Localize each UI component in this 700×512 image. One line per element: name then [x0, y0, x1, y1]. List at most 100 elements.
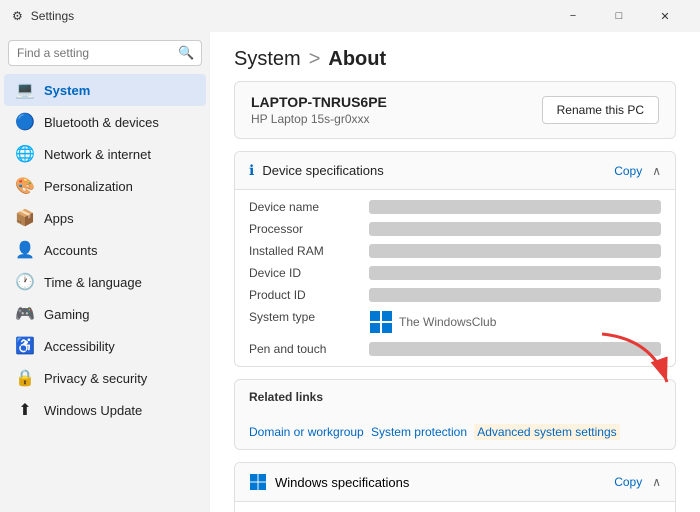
breadcrumb-separator: >: [309, 48, 321, 71]
spec-label-2: Installed RAM: [249, 244, 369, 258]
spec-value-3: [369, 266, 661, 280]
bluetooth-nav-label: Bluetooth & devices: [44, 115, 159, 130]
spec-label-1: Processor: [249, 222, 369, 236]
spec-value-6: [369, 342, 661, 356]
gaming-nav-label: Gaming: [44, 307, 90, 322]
spec-value-1: [369, 222, 661, 236]
device-specs-copy-button[interactable]: Copy: [614, 164, 642, 178]
device-specs-header: ℹ Device specifications Copy ∧: [235, 152, 675, 190]
related-links-bar: Related links Domain or workgroup System…: [234, 379, 676, 450]
accessibility-nav-icon: ♿: [16, 337, 34, 355]
spec-value-0: [369, 200, 661, 214]
close-button[interactable]: ✕: [642, 0, 688, 32]
personalization-nav-label: Personalization: [44, 179, 133, 194]
windows-specs-title: Windows specifications: [275, 475, 409, 490]
app-body: 🔍 💻 System 🔵 Bluetooth & devices 🌐 Netwo…: [0, 32, 700, 512]
related-link-2[interactable]: Advanced system settings: [474, 424, 619, 440]
personalization-nav-icon: 🎨: [16, 177, 34, 195]
spec-label-5: System type: [249, 310, 369, 334]
sidebar-item-accessibility[interactable]: ♿ Accessibility: [4, 330, 206, 362]
update-nav-icon: ⬆: [16, 401, 34, 419]
bluetooth-nav-icon: 🔵: [16, 113, 34, 131]
windows-specs-card: Windows specifications Copy ∧ Edition Wi…: [234, 462, 676, 512]
windows-specs-header: Windows specifications Copy ∧: [235, 463, 675, 502]
spec-value-2: [369, 244, 661, 258]
device-specs-card: ℹ Device specifications Copy ∧ Device na…: [234, 151, 676, 367]
breadcrumb: System > About: [210, 32, 700, 81]
windows-logo-small-icon: [369, 310, 393, 334]
windows-specs-table: Edition Windows 11 Home Single Language …: [235, 502, 675, 512]
privacy-nav-icon: 🔒: [16, 369, 34, 387]
sidebar-item-system[interactable]: 💻 System: [4, 74, 206, 106]
breadcrumb-current: About: [328, 48, 386, 71]
device-info: LAPTOP-TNRUS6PE HP Laptop 15s-gr0xxx: [251, 94, 387, 126]
sidebar-item-network[interactable]: 🌐 Network & internet: [4, 138, 206, 170]
spec-value-5: The WindowsClub: [369, 310, 661, 334]
gaming-nav-icon: 🎮: [16, 305, 34, 323]
sidebar-item-accounts[interactable]: 👤 Accounts: [4, 234, 206, 266]
accounts-nav-icon: 👤: [16, 241, 34, 259]
device-spec-row-3: Device ID: [235, 262, 675, 284]
device-spec-row-5: System type The WindowsClub: [235, 306, 675, 338]
system-nav-label: System: [44, 83, 90, 98]
title-bar-controls: − □ ✕: [550, 0, 688, 32]
sidebar-item-bluetooth[interactable]: 🔵 Bluetooth & devices: [4, 106, 206, 138]
windows-specs-actions: Copy ∧: [614, 475, 661, 489]
related-link-sep-0: [364, 424, 371, 439]
title-bar: ⚙ Settings − □ ✕: [0, 0, 700, 32]
windows-specs-copy-button[interactable]: Copy: [614, 475, 642, 489]
search-box[interactable]: 🔍: [8, 40, 202, 66]
device-header: LAPTOP-TNRUS6PE HP Laptop 15s-gr0xxx Ren…: [234, 81, 676, 139]
breadcrumb-parent: System: [234, 48, 301, 71]
nav-items: 💻 System 🔵 Bluetooth & devices 🌐 Network…: [0, 74, 210, 426]
sidebar-item-time[interactable]: 🕐 Time & language: [4, 266, 206, 298]
search-icon: 🔍: [178, 45, 194, 61]
device-specs-chevron-icon: ∧: [652, 164, 661, 178]
privacy-nav-label: Privacy & security: [44, 371, 147, 386]
app-title: Settings: [31, 9, 74, 23]
update-nav-label: Windows Update: [44, 403, 142, 418]
related-links-wrapper: Related links Domain or workgroup System…: [210, 379, 700, 450]
title-bar-left: ⚙ Settings: [12, 9, 74, 23]
windows-specs-chevron-icon: ∧: [652, 475, 661, 489]
device-name: LAPTOP-TNRUS6PE: [251, 94, 387, 110]
spec-label-4: Product ID: [249, 288, 369, 302]
related-link-0[interactable]: Domain or workgroup: [249, 425, 364, 439]
accessibility-nav-label: Accessibility: [44, 339, 115, 354]
time-nav-icon: 🕐: [16, 273, 34, 291]
win-spec-row-0: Edition Windows 11 Home Single Language: [235, 508, 675, 512]
maximize-button[interactable]: □: [596, 0, 642, 32]
network-nav-label: Network & internet: [44, 147, 151, 162]
device-specs-table: Device name Processor Installed RAM Devi…: [235, 190, 675, 366]
device-specs-title-group: ℹ Device specifications: [249, 162, 384, 179]
device-specs-title: Device specifications: [262, 163, 383, 178]
minimize-button[interactable]: −: [550, 0, 596, 32]
sidebar: 🔍 💻 System 🔵 Bluetooth & devices 🌐 Netwo…: [0, 32, 210, 512]
spec-label-6: Pen and touch: [249, 342, 369, 356]
windows-logo-icon: [249, 473, 267, 491]
spec-label-3: Device ID: [249, 266, 369, 280]
device-spec-row-4: Product ID: [235, 284, 675, 306]
sidebar-item-update[interactable]: ⬆ Windows Update: [4, 394, 206, 426]
device-spec-row-6: Pen and touch: [235, 338, 675, 360]
device-spec-row-2: Installed RAM: [235, 240, 675, 262]
search-input[interactable]: [17, 46, 172, 60]
rename-pc-button[interactable]: Rename this PC: [542, 96, 659, 124]
apps-nav-icon: 📦: [16, 209, 34, 227]
sidebar-item-privacy[interactable]: 🔒 Privacy & security: [4, 362, 206, 394]
windows-specs-title-group: Windows specifications: [249, 473, 409, 491]
system-nav-icon: 💻: [16, 81, 34, 99]
device-spec-row-1: Processor: [235, 218, 675, 240]
related-link-1[interactable]: System protection: [371, 425, 467, 439]
main-content: System > About LAPTOP-TNRUS6PE HP Laptop…: [210, 32, 700, 512]
spec-label-0: Device name: [249, 200, 369, 214]
settings-icon: ⚙: [12, 9, 23, 23]
device-spec-row-0: Device name: [235, 196, 675, 218]
sidebar-item-gaming[interactable]: 🎮 Gaming: [4, 298, 206, 330]
sidebar-item-apps[interactable]: 📦 Apps: [4, 202, 206, 234]
info-icon: ℹ: [249, 162, 254, 179]
sidebar-item-personalization[interactable]: 🎨 Personalization: [4, 170, 206, 202]
apps-nav-label: Apps: [44, 211, 74, 226]
related-links-container: Domain or workgroup System protection Ad…: [249, 424, 620, 439]
network-nav-icon: 🌐: [16, 145, 34, 163]
